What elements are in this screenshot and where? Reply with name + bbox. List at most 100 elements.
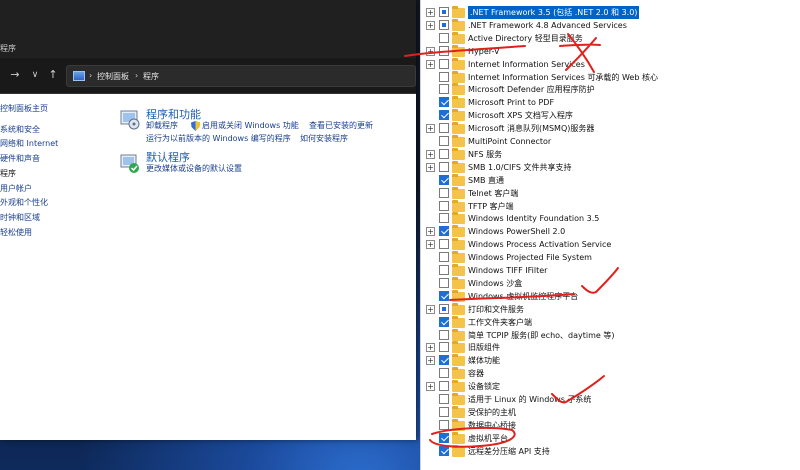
- feature-row[interactable]: + Windows PowerShell 2.0: [421, 225, 800, 238]
- expand-icon[interactable]: +: [426, 304, 435, 314]
- feature-row[interactable]: Microsoft Defender 应用程序防护: [421, 83, 800, 96]
- feature-checkbox[interactable]: [439, 381, 449, 392]
- forward-arrow-icon[interactable]: →: [8, 68, 22, 82]
- feature-row[interactable]: 远程差分压缩 API 支持: [421, 444, 800, 458]
- feature-row[interactable]: 简单 TCPIP 服务(即 echo、daytime 等): [421, 328, 800, 342]
- feature-row[interactable]: Windows 虚拟机监控程序平台: [421, 289, 800, 303]
- sidebar-item-user-accounts[interactable]: 用户帐户: [0, 184, 32, 194]
- feature-checkbox[interactable]: [439, 368, 449, 379]
- feature-checkbox[interactable]: [439, 419, 449, 430]
- view-installed-updates-link[interactable]: 查看已安装的更新: [309, 121, 373, 131]
- feature-row[interactable]: + .NET Framework 4.8 Advanced Services: [421, 18, 800, 32]
- section-title-programs-features[interactable]: 程序和功能: [146, 108, 201, 121]
- feature-checkbox[interactable]: [439, 97, 449, 108]
- feature-checkbox[interactable]: [439, 445, 449, 456]
- expand-icon[interactable]: +: [426, 356, 435, 366]
- address-bar[interactable]: › 控制面板 › 程序: [66, 65, 416, 87]
- feature-row[interactable]: Internet Information Services 可承载的 Web 核…: [421, 70, 800, 84]
- turn-windows-features-link[interactable]: 启用或关闭 Windows 功能: [202, 121, 299, 131]
- expand-icon[interactable]: +: [426, 382, 435, 392]
- feature-checkbox[interactable]: [439, 252, 449, 263]
- feature-row[interactable]: Microsoft Print to PDF: [421, 96, 800, 109]
- feature-row[interactable]: + Internet Information Services: [421, 57, 800, 71]
- expand-icon[interactable]: +: [426, 20, 435, 30]
- expand-icon[interactable]: +: [426, 59, 435, 69]
- feature-checkbox[interactable]: [439, 110, 449, 121]
- how-to-install-link[interactable]: 如何安装程序: [300, 134, 348, 144]
- sidebar-item-system-security[interactable]: 系统和安全: [0, 125, 40, 135]
- expand-icon[interactable]: +: [426, 343, 435, 353]
- feature-checkbox[interactable]: [439, 316, 449, 327]
- sidebar-item-hardware-sound[interactable]: 硬件和声音: [0, 154, 40, 164]
- feature-row[interactable]: Telnet 客户端: [421, 186, 800, 200]
- feature-row[interactable]: 适用于 Linux 的 Windows 子系统: [421, 393, 800, 406]
- feature-checkbox[interactable]: [439, 342, 449, 353]
- sidebar-item-clock-region[interactable]: 时钟和区域: [0, 213, 40, 223]
- feature-row[interactable]: + Windows Process Activation Service: [421, 238, 800, 251]
- feature-row[interactable]: Windows TIFF IFilter: [421, 264, 800, 277]
- feature-checkbox[interactable]: [439, 187, 449, 198]
- section-title-default-programs[interactable]: 默认程序: [146, 151, 190, 164]
- sidebar-item-home[interactable]: 控制面板主页: [0, 104, 48, 114]
- feature-checkbox[interactable]: [439, 239, 449, 250]
- expand-icon[interactable]: +: [426, 162, 435, 172]
- breadcrumb-programs[interactable]: 程序: [143, 71, 159, 82]
- feature-checkbox[interactable]: [439, 226, 449, 237]
- feature-checkbox[interactable]: [439, 19, 449, 30]
- expand-icon[interactable]: +: [426, 8, 435, 17]
- uninstall-program-link[interactable]: 卸载程序: [146, 121, 178, 131]
- feature-checkbox[interactable]: [439, 277, 449, 288]
- feature-row[interactable]: 容器: [421, 367, 800, 380]
- feature-row[interactable]: Active Directory 轻型目录服务: [421, 31, 800, 45]
- feature-checkbox[interactable]: [439, 174, 449, 185]
- feature-row[interactable]: TFTP 客户端: [421, 199, 800, 213]
- feature-checkbox[interactable]: [439, 32, 449, 43]
- feature-row[interactable]: + 设备锁定: [421, 380, 800, 393]
- feature-checkbox[interactable]: [439, 58, 449, 69]
- feature-checkbox[interactable]: [439, 406, 449, 417]
- feature-checkbox[interactable]: [439, 303, 449, 314]
- expand-icon[interactable]: +: [426, 46, 435, 56]
- expand-icon[interactable]: +: [426, 240, 435, 250]
- breadcrumb-control-panel[interactable]: 控制面板: [97, 71, 129, 82]
- feature-checkbox[interactable]: [439, 123, 449, 134]
- feature-checkbox[interactable]: [439, 265, 449, 275]
- feature-checkbox[interactable]: [439, 161, 449, 172]
- sidebar-item-appearance[interactable]: 外观和个性化: [0, 198, 48, 208]
- feature-row[interactable]: + 打印和文件服务: [421, 302, 800, 316]
- feature-row[interactable]: 受保护的主机: [421, 405, 800, 419]
- feature-row[interactable]: + NFS 服务: [421, 147, 800, 161]
- feature-checkbox[interactable]: [439, 84, 449, 95]
- sidebar-item-ease-of-access[interactable]: 轻松使用: [0, 228, 32, 238]
- run-older-programs-link[interactable]: 运行为以前版本的 Windows 编写的程序: [146, 134, 291, 144]
- feature-checkbox[interactable]: [439, 200, 449, 211]
- feature-row[interactable]: 工作文件夹客户端: [421, 315, 800, 329]
- feature-checkbox[interactable]: [439, 71, 449, 82]
- feature-row[interactable]: + Microsoft 消息队列(MSMQ)服务器: [421, 122, 800, 135]
- feature-checkbox[interactable]: [439, 432, 449, 443]
- feature-row[interactable]: + .NET Framework 3.5 (包括 .NET 2.0 和 3.0): [421, 6, 800, 19]
- feature-row[interactable]: SMB 直通: [421, 173, 800, 187]
- up-arrow-icon[interactable]: ↑: [46, 68, 60, 82]
- feature-row[interactable]: + SMB 1.0/CIFS 文件共享支持: [421, 160, 800, 174]
- feature-row[interactable]: Windows 沙盒: [421, 276, 800, 290]
- feature-row[interactable]: Windows Projected File System: [421, 251, 800, 264]
- feature-checkbox[interactable]: [439, 213, 449, 224]
- feature-row[interactable]: + Hyper-V: [421, 44, 800, 58]
- feature-checkbox[interactable]: [439, 148, 449, 159]
- feature-checkbox[interactable]: [439, 136, 449, 146]
- feature-row[interactable]: + 旧版组件: [421, 341, 800, 354]
- feature-row[interactable]: + 媒体功能: [421, 354, 800, 367]
- window-titlebar[interactable]: 程序: [0, 0, 416, 58]
- change-media-defaults-link[interactable]: 更改媒体或设备的默认设置: [146, 164, 242, 174]
- sidebar-item-programs[interactable]: 程序: [0, 169, 16, 179]
- feature-checkbox[interactable]: [439, 45, 449, 56]
- feature-checkbox[interactable]: [439, 394, 449, 404]
- sidebar-item-network[interactable]: 网络和 Internet: [0, 139, 58, 149]
- feature-row[interactable]: Microsoft XPS 文档写入程序: [421, 109, 800, 122]
- feature-row[interactable]: MultiPoint Connector: [421, 135, 800, 148]
- feature-checkbox[interactable]: [439, 7, 449, 17]
- feature-checkbox[interactable]: [439, 290, 449, 301]
- expand-icon[interactable]: +: [426, 227, 435, 237]
- feature-row[interactable]: 数据中心桥接: [421, 418, 800, 432]
